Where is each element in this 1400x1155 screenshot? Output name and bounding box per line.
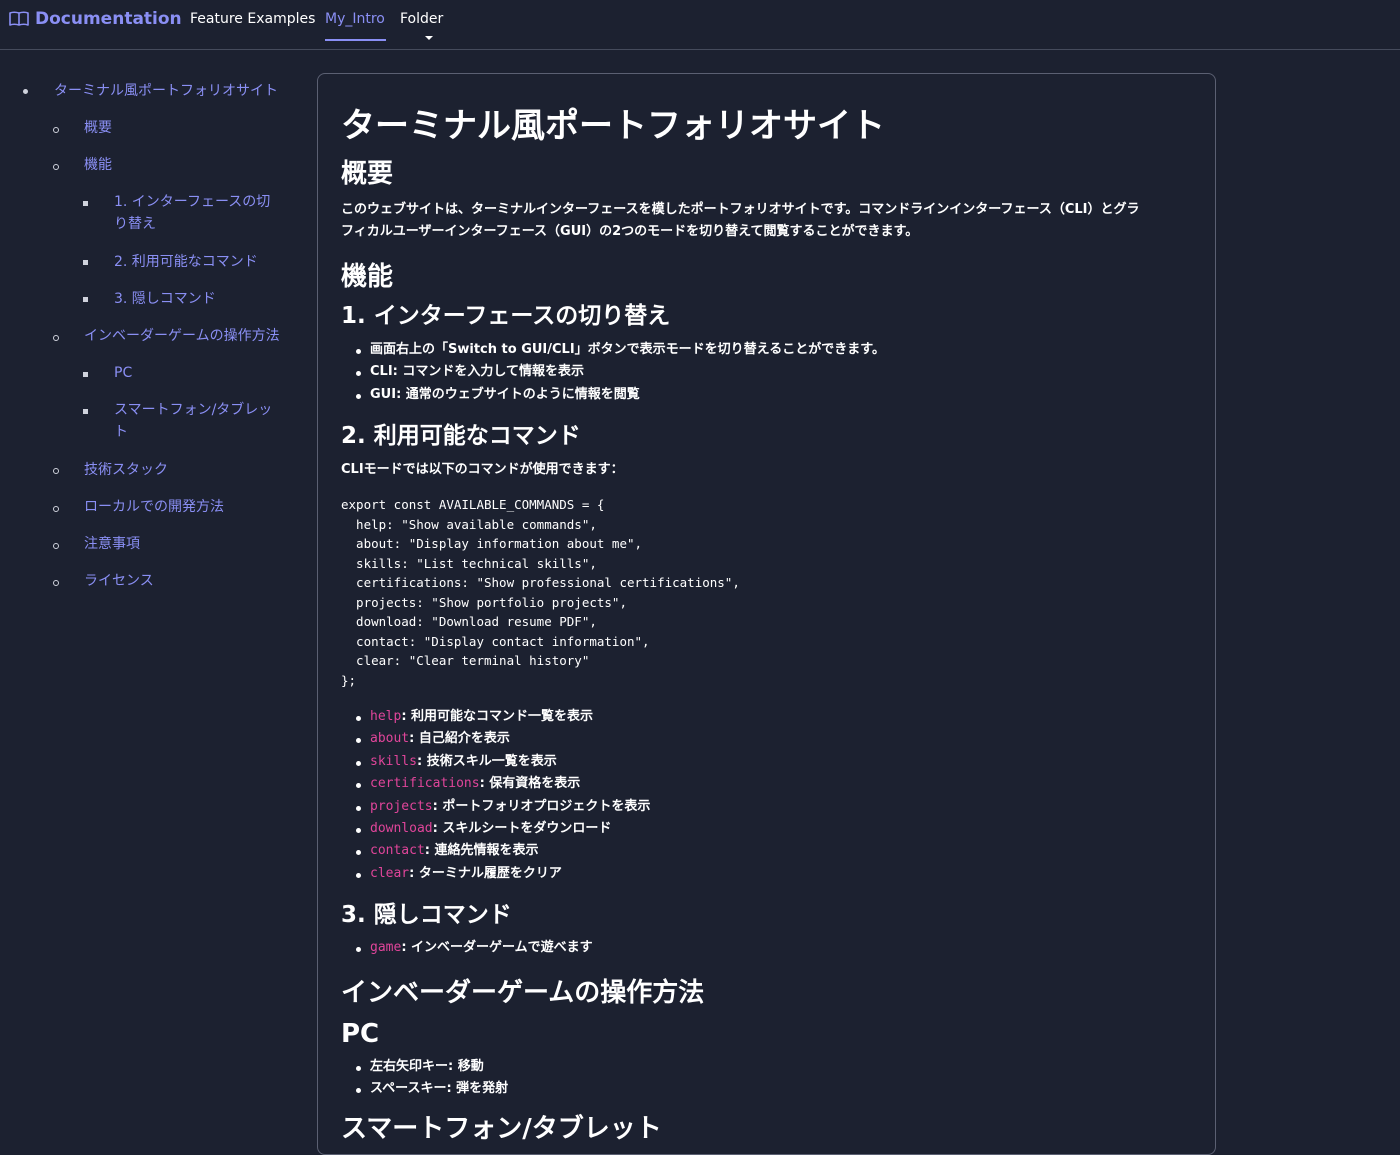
command-desc: : ターミナル履歴をクリア [409, 865, 562, 881]
command-desc: : 連絡先情報を表示 [424, 843, 539, 859]
command-name: help [370, 709, 402, 724]
list-item: 左右矢印キー: 移動 [341, 1056, 1192, 1078]
toc-item-label-line: 1. インターフェースの切 [114, 194, 271, 210]
bullet-icon [23, 89, 28, 94]
overview-line: このウェブサイトは、ターミナルインターフェースを模したポートフォリオサイトです。… [341, 202, 1140, 217]
overview-heading: 概要 [341, 159, 394, 189]
switch-list: 画面右上の「Switch to GUI/CLI」ボタンで表示モードを切り替えるこ… [341, 339, 1192, 406]
command-name: game [370, 940, 402, 955]
pc-list: 左右矢印キー: 移動 スペースキー: 弾を発射 [341, 1056, 1192, 1101]
features-heading: 機能 [341, 262, 394, 292]
toc-item-game[interactable]: インベーダーゲームの操作方法 [84, 325, 280, 347]
page-title: ターミナル風ポートフォリオサイト [341, 106, 885, 146]
toc-item-license[interactable]: ライセンス [84, 570, 154, 592]
nav-feature-examples[interactable]: Feature Examples [190, 11, 315, 27]
brand-title: Documentation [35, 9, 182, 29]
commands-heading: 2. 利用可能なコマンド [341, 423, 581, 449]
command-name: about [370, 731, 410, 747]
bullet-icon [83, 201, 88, 206]
list-item: projects: ポートフォリオプロジェクトを表示 [341, 796, 1192, 818]
command-name: download [370, 821, 433, 837]
toc-item-mobile[interactable]: スマートフォン/タブレッ ト [114, 399, 272, 443]
command-desc: : スキルシートをダウンロード [432, 821, 612, 837]
command-name: contact [370, 843, 425, 859]
bullet-icon [53, 468, 59, 474]
overview-paragraph: このウェブサイトは、ターミナルインターフェースを模したポートフォリオサイトです。… [341, 199, 1192, 243]
toc-item-title[interactable]: ターミナル風ポートフォリオサイト [54, 80, 278, 102]
pc-heading: PC [341, 1019, 380, 1049]
code-block: export const AVAILABLE_COMMANDS = { help… [341, 497, 740, 688]
command-name: certifications [370, 776, 480, 792]
book-icon [9, 11, 29, 26]
bullet-icon [53, 580, 59, 586]
content-card: ターミナル風ポートフォリオサイト 概要 このウェブサイトは、ターミナルインターフ… [317, 73, 1216, 1155]
toc-item-pc[interactable]: PC [114, 362, 132, 384]
toc-item-notes[interactable]: 注意事項 [84, 533, 140, 555]
toc-item-label-line: ト [114, 424, 128, 440]
list-item: GUI: 通常のウェブサイトのように情報を閲覧 [341, 384, 1192, 406]
switch-heading: 1. インターフェースの切り替え [341, 303, 671, 329]
command-desc: : 自己紹介を表示 [409, 731, 510, 747]
list-item: skills: 技術スキル一覧を表示 [341, 751, 1192, 773]
bullet-icon [53, 506, 59, 512]
toc-item-label-line: り替え [114, 216, 156, 232]
bullet-icon [53, 335, 59, 341]
command-name: skills [370, 753, 417, 769]
command-desc: : 保有資格を表示 [479, 776, 581, 792]
bullet-icon [53, 127, 59, 133]
command-name: projects [370, 798, 433, 814]
commands-intro: CLIモードでは以下のコマンドが使用できます： [341, 462, 624, 477]
bullet-icon [83, 260, 88, 265]
overview-line: フィカルユーザーインターフェース（GUI）の2つのモードを切り替えて閲覧すること… [341, 224, 919, 239]
bullet-icon [53, 164, 59, 170]
list-item: CLI: コマンドを入力して情報を表示 [341, 361, 1192, 383]
toc-item-overview[interactable]: 概要 [84, 117, 112, 139]
list-item: 画面右上の「Switch to GUI/CLI」ボタンで表示モードを切り替えるこ… [341, 339, 1192, 361]
command-name: clear [370, 865, 410, 881]
toc-item-switch[interactable]: 1. インターフェースの切 り替え [114, 191, 270, 235]
command-desc: : 利用可能なコマンド一覧を表示 [401, 709, 594, 724]
bullet-icon [83, 409, 88, 414]
chevron-down-icon[interactable] [425, 36, 433, 40]
list-item: スペースキー: 弾を発射 [341, 1078, 1192, 1100]
list-item: game: インベーダーゲームで遊べます [341, 937, 1192, 959]
list-item: clear: ターミナル履歴をクリア [341, 863, 1192, 885]
command-desc: : インベーダーゲームで遊べます [401, 940, 593, 955]
toc-item-local-dev[interactable]: ローカルでの開発方法 [84, 496, 224, 518]
toc-item-features[interactable]: 機能 [84, 154, 112, 176]
top-nav-bar: Documentation Feature Examples My_Intro … [0, 0, 1400, 50]
toc-item-tech-stack[interactable]: 技術スタック [84, 459, 168, 481]
bullet-icon [53, 543, 59, 549]
list-item: about: 自己紹介を表示 [341, 728, 1192, 750]
mobile-heading: スマートフォン/タブレット [341, 1114, 662, 1144]
bullet-icon [83, 297, 88, 302]
nav-folder[interactable]: Folder [400, 11, 443, 27]
toc-item-hidden[interactable]: 3. 隠しコマンド [114, 288, 216, 310]
bullet-icon [83, 372, 88, 377]
active-tab-indicator [325, 39, 386, 41]
list-item: download: スキルシートをダウンロード [341, 818, 1192, 840]
hidden-heading: 3. 隠しコマンド [341, 902, 512, 928]
command-desc: : 技術スキル一覧を表示 [416, 753, 557, 769]
toc-item-commands[interactable]: 2. 利用可能なコマンド [114, 251, 258, 273]
list-item: certifications: 保有資格を表示 [341, 773, 1192, 795]
brand-link[interactable]: Documentation [9, 9, 182, 29]
nav-my-intro[interactable]: My_Intro [325, 11, 385, 27]
hidden-list: game: インベーダーゲームで遊べます [341, 937, 1192, 959]
list-item: contact: 連絡先情報を表示 [341, 840, 1192, 862]
game-heading: インベーダーゲームの操作方法 [341, 978, 705, 1008]
commands-list: help: 利用可能なコマンド一覧を表示 about: 自己紹介を表示 skil… [341, 706, 1192, 885]
toc-item-label-line: スマートフォン/タブレッ [114, 402, 273, 418]
list-item: help: 利用可能なコマンド一覧を表示 [341, 706, 1192, 728]
command-desc: : ポートフォリオプロジェクトを表示 [432, 798, 651, 814]
